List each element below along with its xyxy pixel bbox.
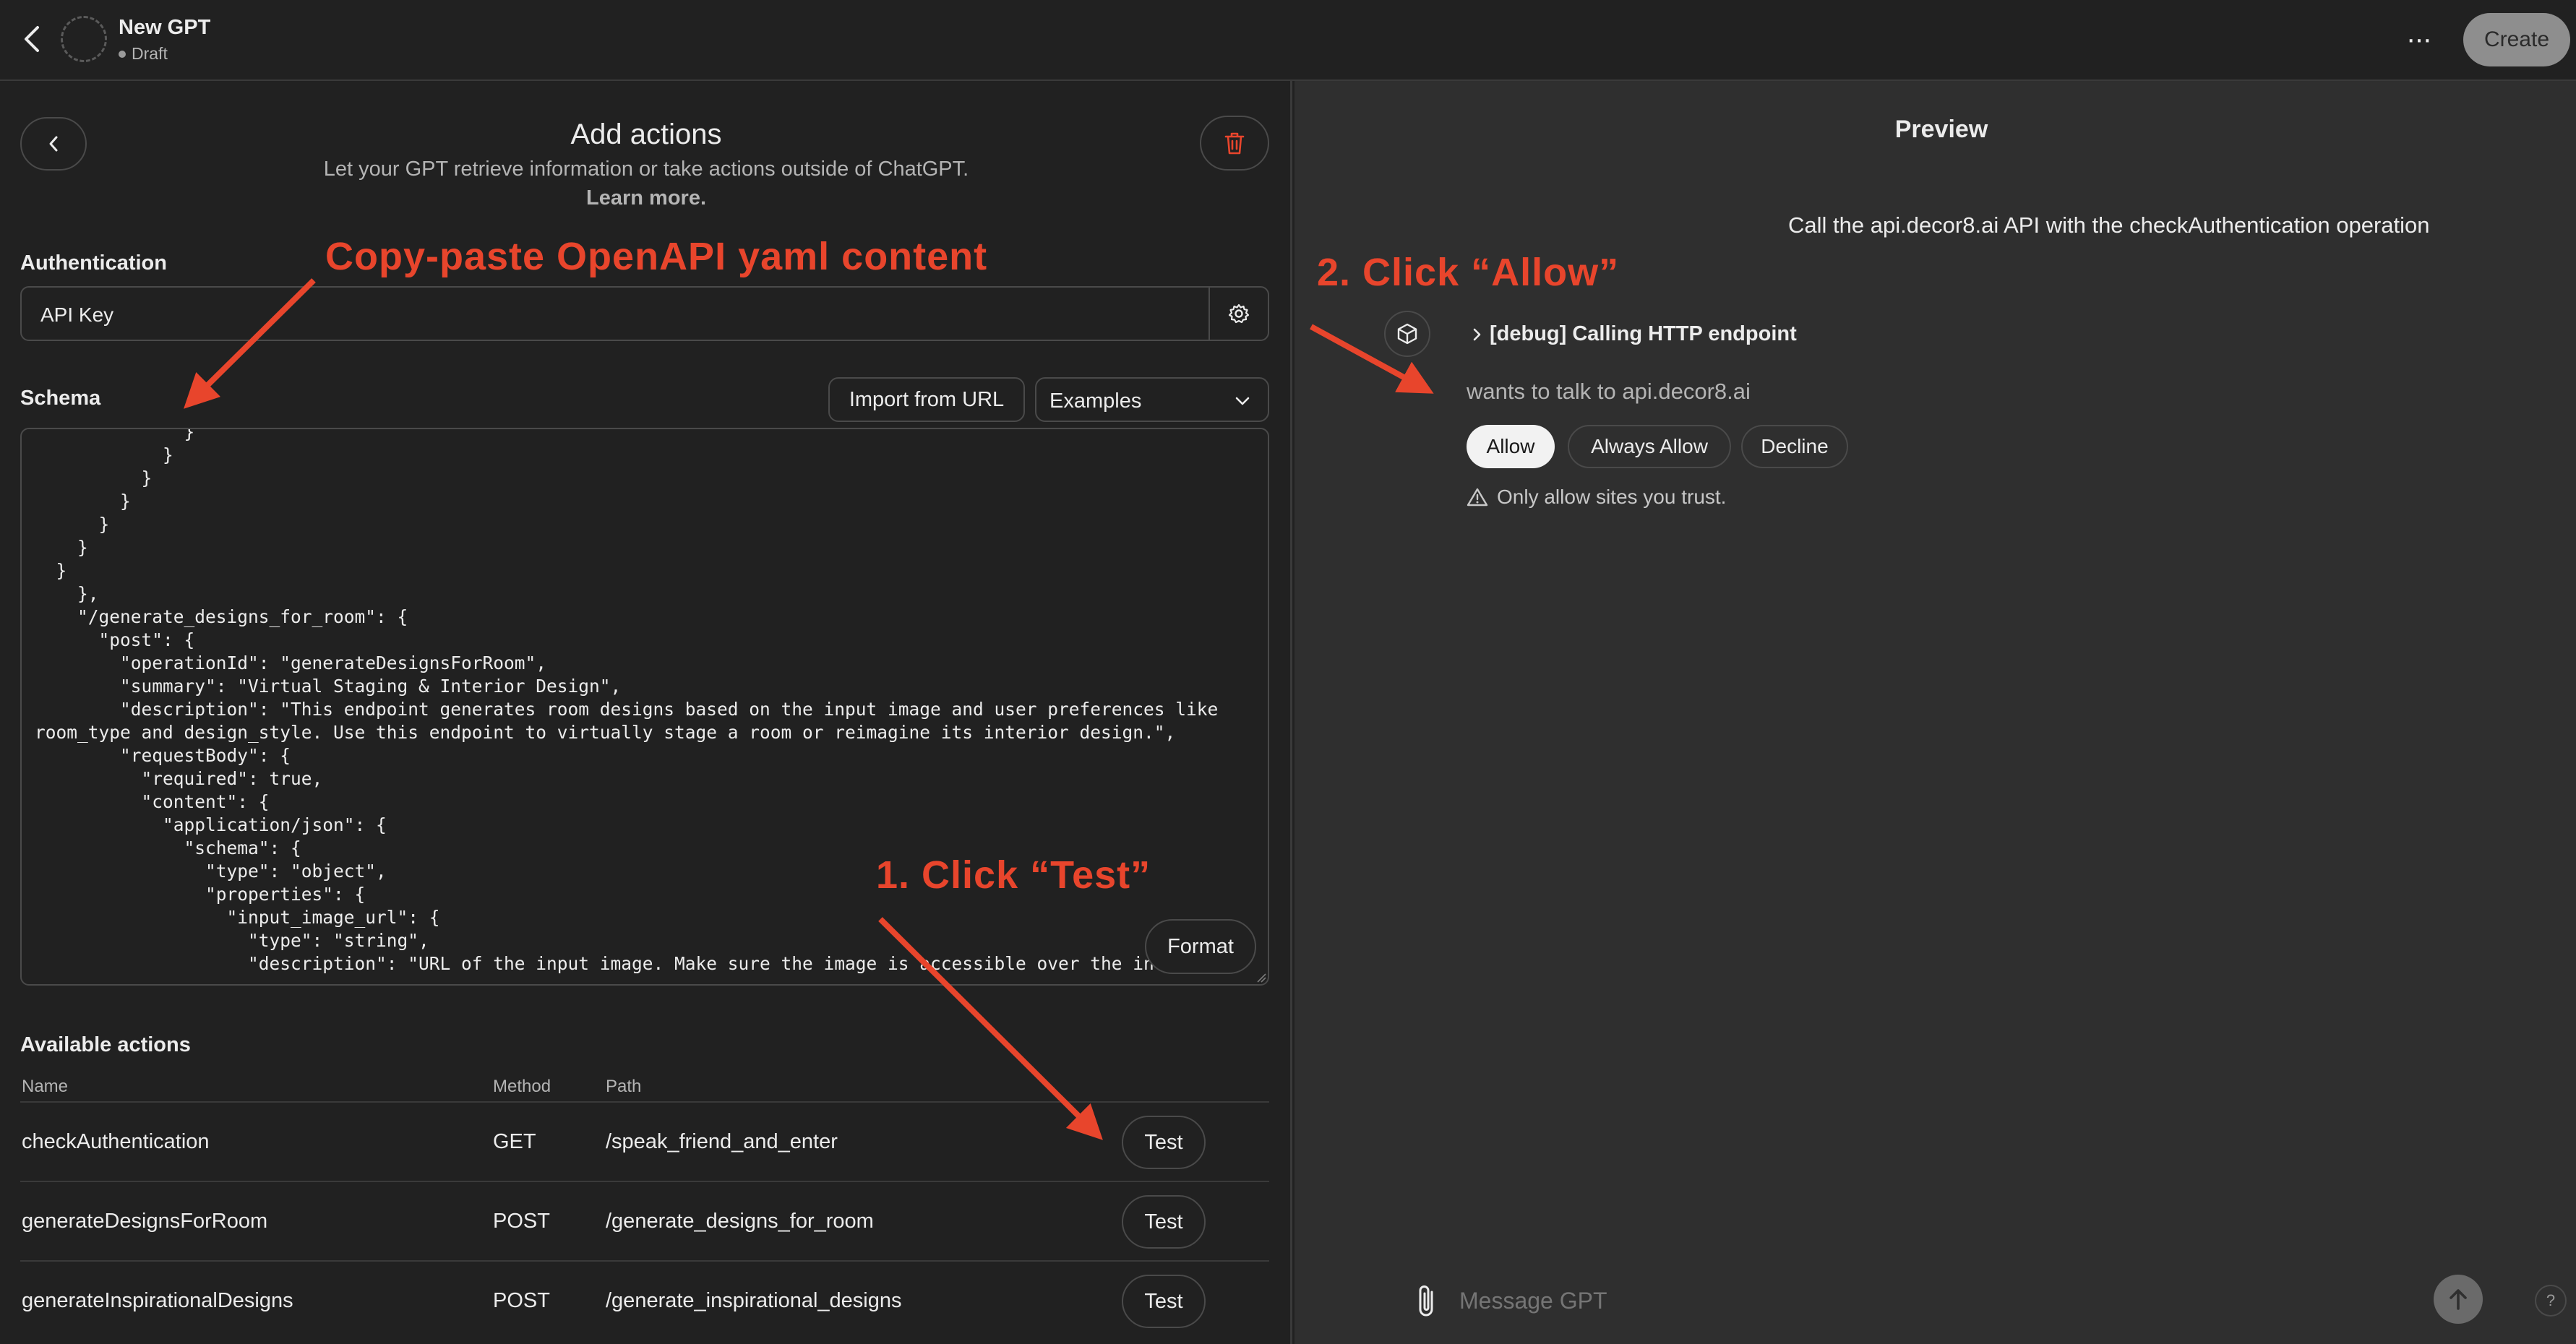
available-actions-label: Available actions [20, 1033, 191, 1056]
action-name: generateDesignsForRoom [22, 1210, 268, 1233]
table-row: generateDesignsForRoom POST /generate_de… [20, 1181, 1269, 1260]
chevron-left-icon [25, 26, 39, 52]
table-row: generateInspirationalDesigns POST /gener… [20, 1260, 1269, 1340]
paperclip-icon[interactable] [1412, 1282, 1443, 1322]
examples-dropdown[interactable]: Examples [1035, 377, 1269, 422]
examples-dropdown-label: Examples [1049, 389, 1142, 413]
preview-title: Preview [1894, 116, 1988, 143]
test-button[interactable]: Test [1122, 1195, 1206, 1249]
trash-icon [1224, 132, 1245, 155]
debug-label: [debug] Calling HTTP endpoint [1490, 322, 1797, 345]
action-method: POST [493, 1210, 550, 1233]
always-allow-button[interactable]: Always Allow [1568, 425, 1731, 468]
resize-handle-icon[interactable] [1256, 973, 1266, 983]
gpt-name: New GPT [119, 16, 211, 39]
column-header-method: Method [493, 1077, 551, 1096]
gpt-status: Draft [119, 44, 168, 64]
help-button[interactable]: ? [2535, 1285, 2567, 1317]
authentication-settings-button[interactable] [1208, 288, 1268, 340]
delete-action-button[interactable] [1200, 116, 1269, 171]
create-button[interactable]: Create [2463, 13, 2570, 66]
trust-warning-text: Only allow sites you trust. [1497, 486, 1727, 508]
action-path: /generate_designs_for_room [606, 1210, 874, 1233]
gpt-avatar[interactable] [61, 16, 107, 62]
format-button[interactable]: Format [1145, 919, 1256, 974]
message-input[interactable] [1459, 1288, 2254, 1314]
column-header-path: Path [606, 1077, 642, 1096]
chevron-down-icon [1235, 397, 1250, 405]
gpt-response-avatar [1384, 311, 1430, 357]
user-message: Call the api.decor8.ai API with the chec… [1788, 212, 2430, 238]
action-path: /generate_inspirational_designs [606, 1289, 902, 1312]
gpt-status-label: Draft [132, 44, 168, 63]
arrow-up-icon [2450, 1289, 2467, 1310]
cube-icon [1397, 323, 1417, 345]
gear-icon [1228, 303, 1250, 324]
action-method: POST [493, 1289, 550, 1312]
top-bar: New GPT Draft ··· Create [0, 0, 2576, 81]
action-name: checkAuthentication [22, 1130, 210, 1153]
annotation-click-test: 1. Click “Test” [876, 853, 1151, 897]
authentication-label: Authentication [20, 251, 167, 275]
chevron-right-icon [1473, 328, 1481, 340]
column-header-name: Name [22, 1077, 69, 1096]
action-method: GET [493, 1130, 536, 1153]
schema-label: Schema [20, 387, 101, 410]
annotation-copy-paste: Copy-paste OpenAPI yaml content [325, 235, 988, 278]
warning-icon [1467, 488, 1488, 507]
status-dot-icon [119, 50, 126, 58]
authentication-field[interactable]: API Key [20, 286, 1269, 341]
authentication-value: API Key [40, 303, 114, 326]
back-button[interactable] [14, 22, 49, 56]
message-composer: ? [1295, 1266, 2576, 1338]
panel-subtitle: Let your GPT retrieve information or tak… [323, 158, 969, 181]
debug-toggle[interactable]: [debug] Calling HTTP endpoint [1471, 322, 1797, 346]
more-options-button[interactable]: ··· [2400, 20, 2437, 58]
action-path: /speak_friend_and_enter [606, 1130, 838, 1153]
decline-button[interactable]: Decline [1741, 425, 1848, 468]
schema-editor[interactable]: } } } } } } } }, "/generate_designs_for_… [20, 428, 1269, 986]
annotation-click-allow: 2. Click “Allow” [1317, 251, 1620, 294]
table-row: checkAuthentication GET /speak_friend_an… [20, 1101, 1269, 1181]
learn-more-link: Learn more. [0, 186, 1292, 210]
import-from-url-button[interactable]: Import from URL [828, 377, 1025, 422]
learn-more-link-text[interactable]: Learn more. [586, 186, 706, 210]
trust-warning: Only allow sites you trust. [1467, 486, 1726, 509]
test-button[interactable]: Test [1122, 1275, 1206, 1328]
permission-request-text: wants to talk to api.decor8.ai [1467, 379, 1751, 404]
test-button[interactable]: Test [1122, 1116, 1206, 1169]
action-name: generateInspirationalDesigns [22, 1289, 293, 1312]
panel-title: Add actions [570, 119, 722, 150]
allow-button[interactable]: Allow [1467, 425, 1555, 468]
send-button[interactable] [2434, 1275, 2483, 1324]
